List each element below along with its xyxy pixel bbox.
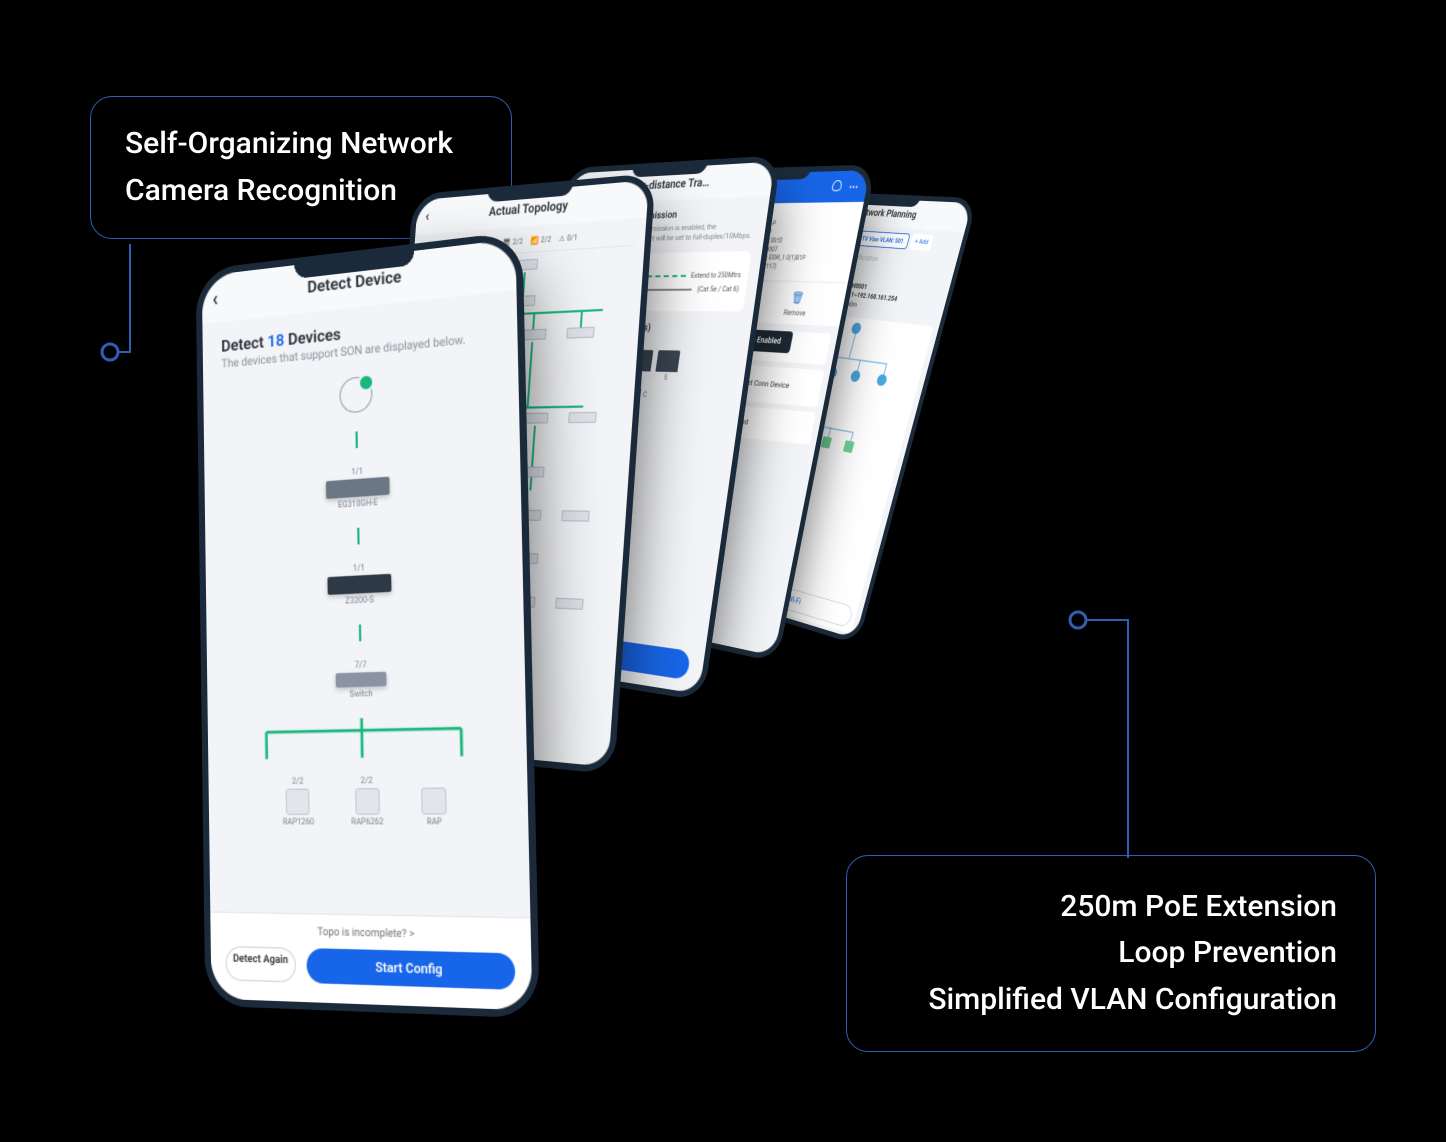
phone-detect-device: ‹ Detect Device Detect 18 Devices The de… [196,231,540,1019]
device-node[interactable]: 2/2RAP6262 [350,776,383,827]
back-icon[interactable]: ‹ [212,286,218,311]
device-node[interactable]: RAP [421,775,447,827]
more-icon[interactable]: ⋯ [848,180,861,193]
device-node[interactable]: 1/1 EG310GH-E [326,465,390,511]
screen-title: Actual Topology [488,198,568,219]
callout-connector [1068,610,1208,860]
port-5[interactable]: 5 [656,350,681,372]
device-node[interactable]: 2/2RAP1260 [282,777,314,827]
remove-button[interactable]: 🗑Remove [749,289,847,319]
detect-again-button[interactable]: Detect Again [225,946,296,983]
device-chain: 1/1 EG310GH-E 1/1 Z3200-S 7/7 [222,364,507,827]
device-node[interactable]: 7/7 Switch [335,660,386,700]
screen-title: Detect Device [307,268,401,298]
trash-icon: 🗑 [789,290,806,307]
device-node[interactable]: 1/1 Z3200-S [327,562,392,607]
bell-icon[interactable] [831,180,843,191]
back-icon[interactable]: ‹ [425,208,430,225]
tab-add-vlan[interactable]: + Add [909,234,934,251]
internet-icon [339,376,372,414]
